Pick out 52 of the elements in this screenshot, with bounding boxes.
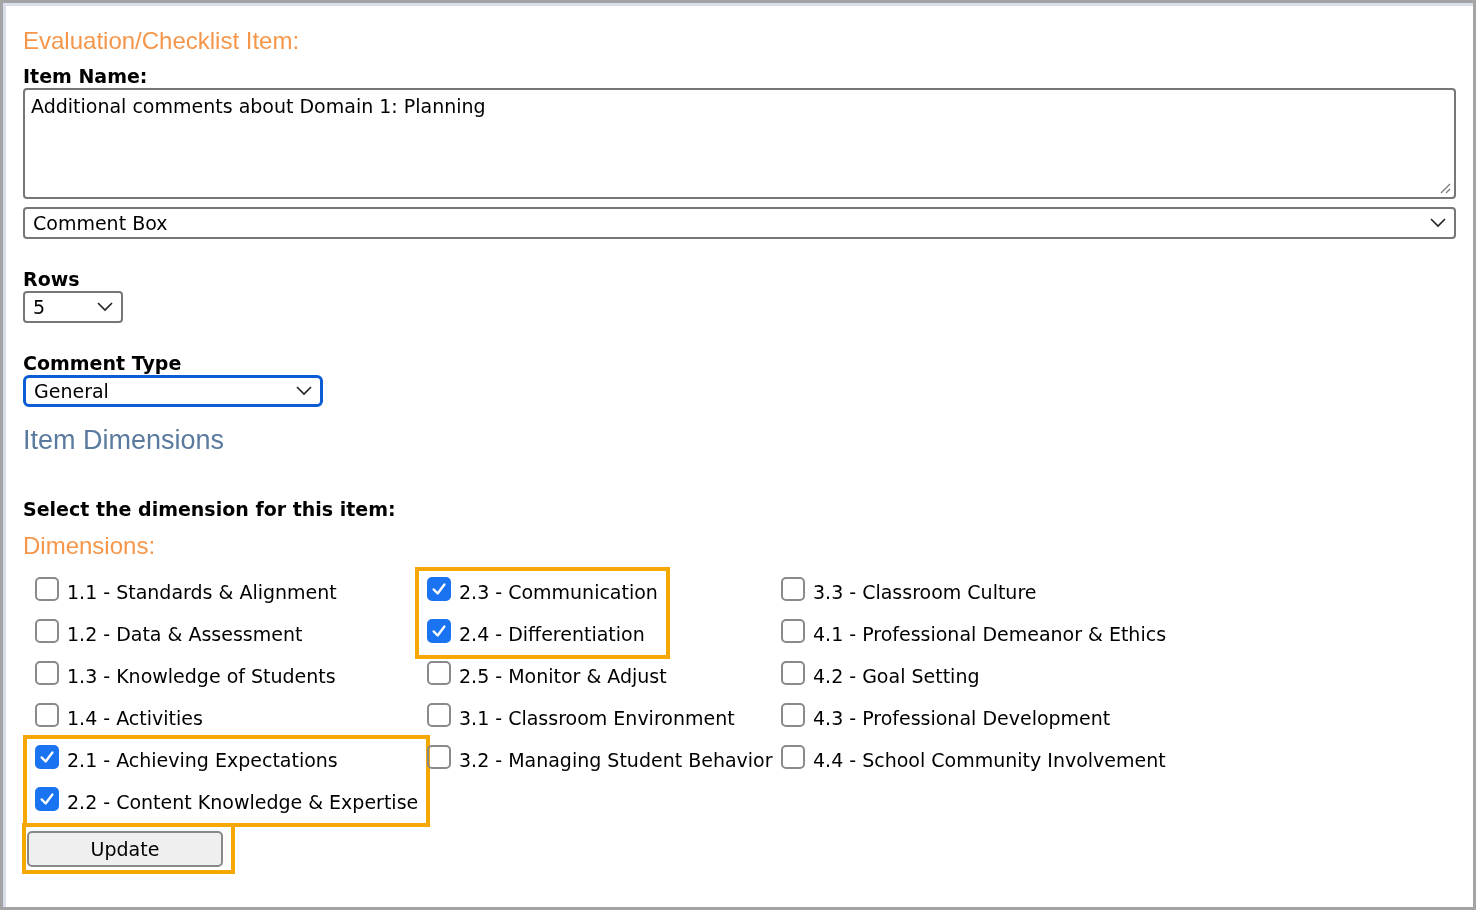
checkbox[interactable] [427,661,451,685]
dimension-label: 4.4 - School Community Involvement [813,749,1166,771]
dimension-label: 4.3 - Professional Development [813,707,1111,729]
item-name-field[interactable]: Additional comments about Domain 1: Planning [23,88,1456,199]
checkbox[interactable] [781,661,805,685]
comment-type-label: Comment Type [23,351,183,375]
checkmark-icon [430,580,448,598]
checkmark-icon [38,790,56,808]
checkbox[interactable] [35,661,59,685]
chevron-down-icon [296,386,312,396]
dimensions-heading: Dimensions: [23,531,157,561]
update-button[interactable]: Update [27,831,223,867]
checkbox[interactable] [427,577,451,601]
checkbox[interactable] [35,577,59,601]
item-type-select[interactable]: Comment Box [23,207,1456,239]
checkmark-icon [38,748,56,766]
checkmark-icon [430,622,448,640]
rows-label: Rows [23,267,81,291]
checkbox[interactable] [427,745,451,769]
dimension-label: 2.3 - Communication [459,581,658,603]
dimension-label: 2.5 - Monitor & Adjust [459,665,667,687]
chevron-down-icon [1430,218,1446,228]
dimension-label: 3.1 - Classroom Environment [459,707,735,729]
chevron-down-icon [97,302,113,312]
dimension-label: 3.3 - Classroom Culture [813,581,1037,603]
checkbox[interactable] [427,619,451,643]
resize-grip-icon[interactable] [1439,182,1451,194]
checkbox[interactable] [781,703,805,727]
checkbox[interactable] [35,745,59,769]
item-name-label: Item Name: [23,64,149,88]
section-title: Item Dimensions [23,424,226,457]
dimension-label: 4.2 - Goal Setting [813,665,980,687]
dimension-label: 2.1 - Achieving Expectations [67,749,338,771]
dimension-label: 2.2 - Content Knowledge & Expertise [67,791,419,813]
dimension-label: 1.3 - Knowledge of Students [67,665,336,687]
form-heading: Evaluation/Checklist Item: [23,26,301,56]
dimension-label: 1.2 - Data & Assessment [67,623,303,645]
checkbox[interactable] [781,619,805,643]
checkbox[interactable] [35,619,59,643]
rows-select[interactable]: 5 [23,291,123,323]
checkbox[interactable] [35,787,59,811]
checkbox[interactable] [781,577,805,601]
dimension-label: 4.1 - Professional Demeanor & Ethics [813,623,1167,645]
instruction-text: Select the dimension for this item: [23,497,397,521]
dimension-label: 1.4 - Activities [67,707,203,729]
checkbox[interactable] [35,703,59,727]
checkbox[interactable] [427,703,451,727]
dimension-label: 2.4 - Differentiation [459,623,645,645]
dimension-label: 1.1 - Standards & Alignment [67,581,337,603]
comment-type-select[interactable]: General [23,375,323,407]
dimension-label: 3.2 - Managing Student Behavior [459,749,773,771]
checkbox[interactable] [781,745,805,769]
